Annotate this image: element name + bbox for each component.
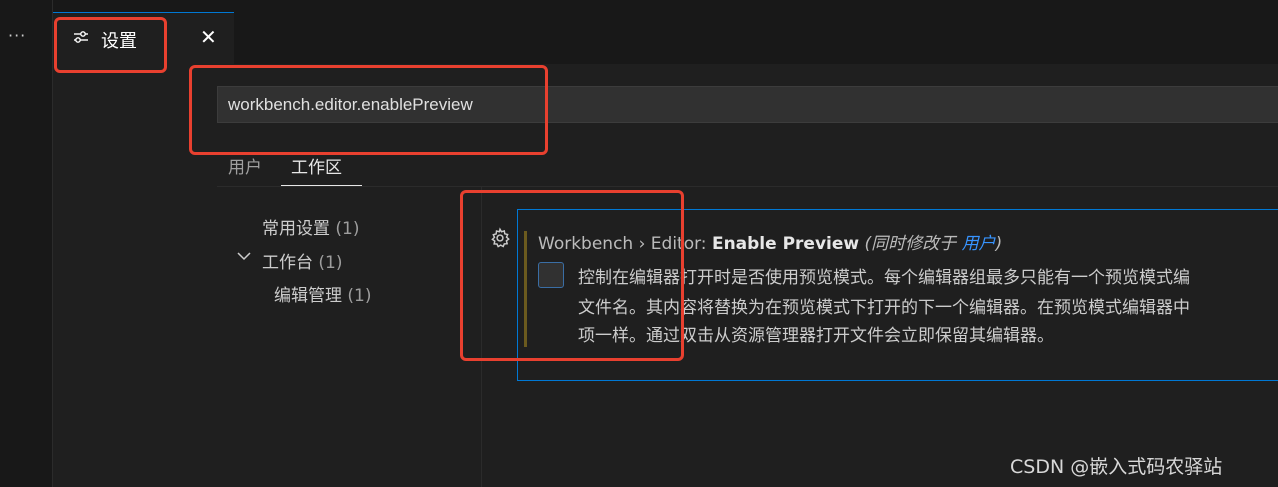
close-icon[interactable]: ✕ (200, 25, 217, 49)
modified-note-suffix: ) (995, 234, 1003, 254)
left-panel-strip (0, 0, 53, 487)
toc-item-workbench[interactable]: 工作台 (1) (262, 248, 343, 273)
more-actions-button[interactable]: ··· (8, 26, 26, 45)
editor-tab-bar (53, 0, 1278, 64)
toc-item-editor-management[interactable]: 编辑管理 (1) (274, 281, 372, 306)
modified-note-prefix: (同时修改于 (864, 234, 962, 254)
tab-workspace-settings[interactable]: 工作区 (291, 153, 342, 178)
chevron-down-icon[interactable] (237, 251, 251, 261)
modified-in-user-link[interactable]: 用户 (962, 234, 996, 254)
active-tab-indicator (281, 185, 362, 186)
annotation-box-search (189, 65, 548, 155)
annotation-box-setting-gear (460, 190, 684, 361)
annotation-box-settings-tab (54, 17, 167, 73)
tab-user-settings[interactable]: 用户 (228, 153, 262, 178)
watermark: CSDN @嵌入式码农驿站 (1010, 456, 1223, 478)
toc-item-count: (1) (318, 253, 343, 273)
setting-key: Enable Preview (711, 234, 860, 254)
toc-item-count: (1) (335, 219, 360, 239)
toc-item-label: 工作台 (262, 253, 313, 273)
toc-item-label: 常用设置 (262, 219, 330, 239)
scope-tabs-divider (217, 186, 1278, 187)
toc-item-count: (1) (347, 286, 372, 306)
modified-note: (同时修改于 用户) (865, 234, 1003, 254)
toc-item-label: 编辑管理 (274, 286, 342, 306)
toc-item-commonly-used[interactable]: 常用设置 (1) (262, 214, 360, 239)
